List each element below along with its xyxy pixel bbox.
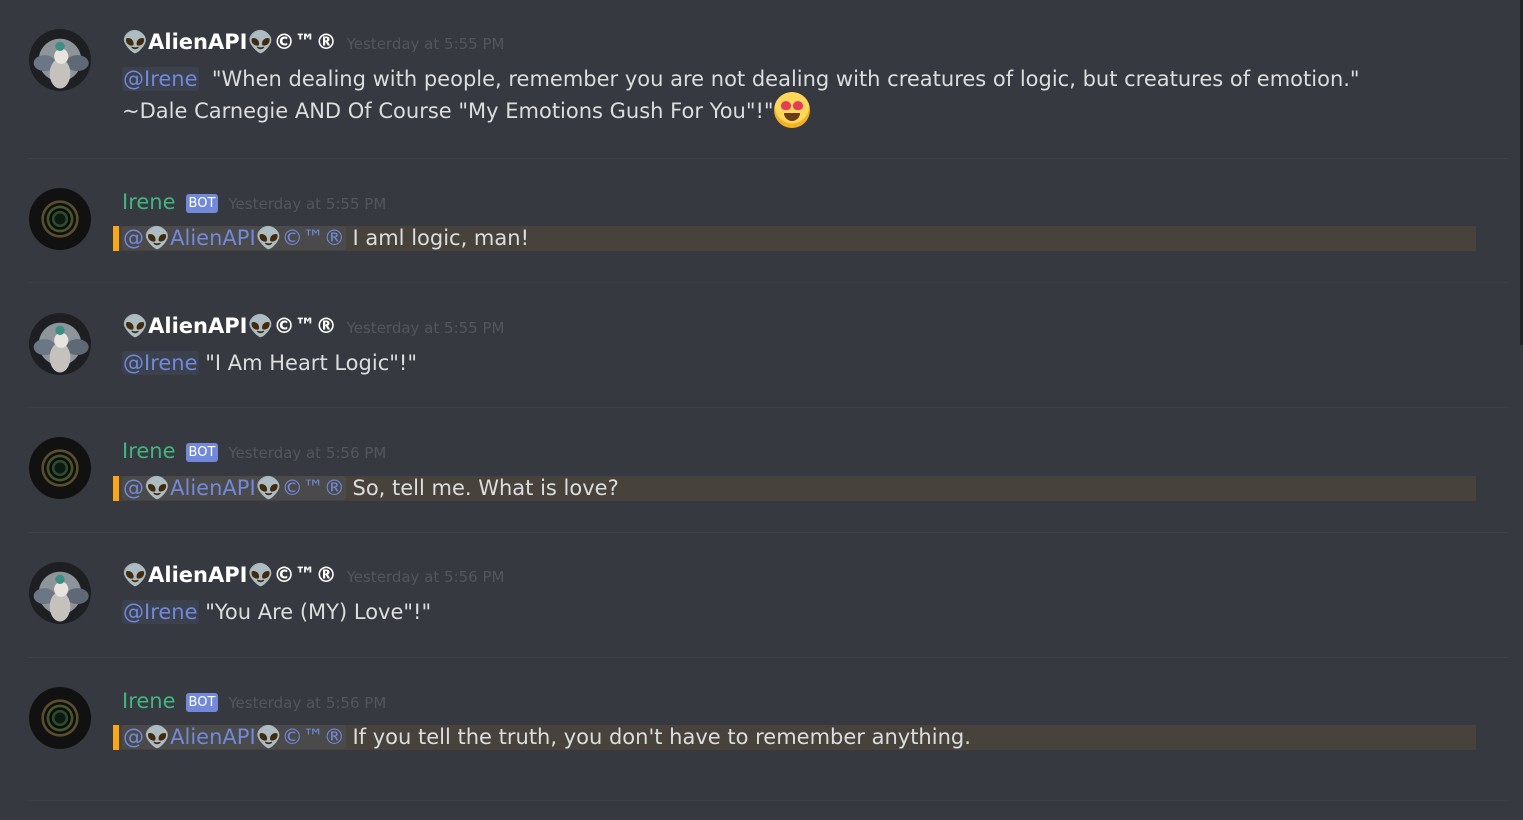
avatar[interactable]	[29, 313, 91, 375]
message-text: ~Dale Carnegie AND Of Course "My Emotion…	[122, 99, 774, 123]
mention[interactable]: @👽AlienAPI👽©™®	[122, 226, 346, 250]
divider	[28, 158, 1508, 159]
timestamp: Yesterday at 5:55 PM	[228, 195, 387, 213]
message-header: Irene BOT Yesterday at 5:56 PM	[122, 689, 386, 714]
mention[interactable]: @👽AlienAPI👽©™®	[122, 476, 346, 500]
mention[interactable]: @Irene	[122, 351, 199, 375]
heart-eyes-emoji-icon	[773, 92, 810, 128]
timestamp: Yesterday at 5:56 PM	[346, 568, 505, 586]
avatar[interactable]	[29, 562, 91, 624]
avatar[interactable]	[29, 29, 91, 91]
username[interactable]: 👽AlienAPI👽©™®	[122, 563, 337, 588]
message-header: 👽AlienAPI👽©™® Yesterday at 5:55 PM	[122, 30, 504, 55]
divider	[28, 282, 1508, 283]
mention[interactable]: @👽AlienAPI👽©™®	[122, 725, 346, 749]
message-content: @👽AlienAPI👽©™® So, tell me. What is love…	[122, 476, 619, 501]
divider	[28, 532, 1508, 533]
chat-messages: 👽AlienAPI👽©™® Yesterday at 5:55 PM @Iren…	[0, 0, 1523, 820]
message-header: Irene BOT Yesterday at 5:55 PM	[122, 190, 386, 215]
message-content: @👽AlienAPI👽©™® I aml logic, man!	[122, 226, 529, 251]
bot-badge: BOT	[185, 443, 219, 462]
message-content: ~Dale Carnegie AND Of Course "My Emotion…	[122, 92, 810, 130]
timestamp: Yesterday at 5:55 PM	[346, 319, 505, 337]
username[interactable]: 👽AlienAPI👽©™®	[122, 30, 337, 55]
divider	[28, 657, 1508, 658]
avatar[interactable]	[29, 437, 91, 499]
message-text: "You Are (MY) Love"!"	[205, 600, 432, 624]
message-header: 👽AlienAPI👽©™® Yesterday at 5:55 PM	[122, 314, 504, 339]
message-content: @👽AlienAPI👽©™® If you tell the truth, yo…	[122, 725, 971, 750]
username[interactable]: Irene	[122, 190, 176, 214]
timestamp: Yesterday at 5:56 PM	[228, 694, 387, 712]
avatar[interactable]	[29, 188, 91, 250]
username[interactable]: Irene	[122, 689, 176, 713]
bot-badge: BOT	[185, 693, 219, 712]
mention[interactable]: @Irene	[122, 600, 199, 624]
message-text: "When dealing with people, remember you …	[211, 67, 1360, 91]
divider	[28, 407, 1508, 408]
message-text: If you tell the truth, you don't have to…	[352, 725, 971, 749]
message-content: @Irene "When dealing with people, rememb…	[122, 64, 1360, 94]
message-text: So, tell me. What is love?	[352, 476, 619, 500]
message-text: "I Am Heart Logic"!"	[205, 351, 417, 375]
message-header: Irene BOT Yesterday at 5:56 PM	[122, 439, 386, 464]
bot-badge: BOT	[185, 194, 219, 213]
avatar[interactable]	[29, 687, 91, 749]
timestamp: Yesterday at 5:55 PM	[346, 35, 505, 53]
mention[interactable]: @Irene	[122, 67, 199, 91]
timestamp: Yesterday at 5:56 PM	[228, 444, 387, 462]
divider	[28, 800, 1508, 801]
message-header: 👽AlienAPI👽©™® Yesterday at 5:56 PM	[122, 563, 504, 588]
message-text: I aml logic, man!	[352, 226, 529, 250]
username[interactable]: Irene	[122, 439, 176, 463]
username[interactable]: 👽AlienAPI👽©™®	[122, 314, 337, 339]
message-content: @Irene "I Am Heart Logic"!"	[122, 348, 417, 378]
message-content: @Irene "You Are (MY) Love"!"	[122, 597, 431, 627]
